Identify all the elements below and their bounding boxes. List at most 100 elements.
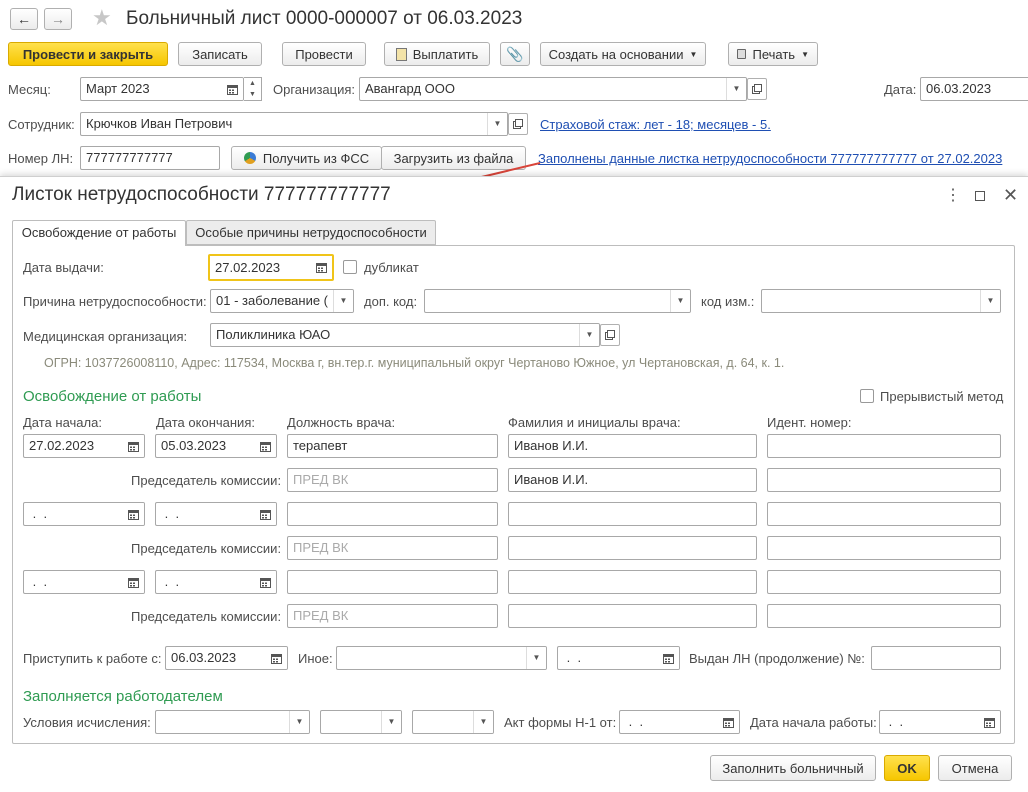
chairman2-id-field[interactable] <box>767 536 1001 560</box>
period1-position-field[interactable]: терапевт <box>287 434 498 458</box>
document-icon <box>395 47 407 61</box>
filled-data-link[interactable]: Заполнены данные листка нетрудоспособнос… <box>538 151 1002 166</box>
open-window-icon <box>752 84 762 94</box>
period1-end-field[interactable]: 05.03.2023 <box>155 434 277 458</box>
intermittent-checkbox[interactable] <box>860 389 874 403</box>
back-button[interactable]: ← <box>10 8 38 30</box>
chevron-down-icon[interactable]: ▼ <box>487 113 507 135</box>
maximize-icon[interactable] <box>975 191 985 201</box>
conditions-field-2[interactable]: ▼ <box>320 710 402 734</box>
chevron-down-icon[interactable]: ▼ <box>980 290 1000 312</box>
post-button[interactable]: Провести <box>282 42 366 66</box>
org-field[interactable]: Авангард ООО ▼ <box>359 77 747 101</box>
employee-field[interactable]: Крючков Иван Петрович ▼ <box>80 112 508 136</box>
pay-button[interactable]: Выплатить <box>384 42 490 66</box>
more-actions-icon[interactable]: ⋮ <box>945 186 961 206</box>
get-from-fss-label: Получить из ФСС <box>262 150 370 166</box>
month-stepper[interactable]: ▲ ▼ <box>244 77 262 101</box>
chevron-down-icon[interactable]: ▼ <box>579 324 599 346</box>
chevron-down-icon[interactable]: ▼ <box>670 290 690 312</box>
calendar-icon[interactable] <box>122 503 144 525</box>
month-field[interactable]: Март 2023 <box>80 77 244 101</box>
conditions-field-1[interactable]: ▼ <box>155 710 310 734</box>
med-org-open-button[interactable] <box>600 324 620 346</box>
fill-sick-leave-button[interactable]: Заполнить больничный <box>710 755 876 781</box>
insurance-experience-link[interactable]: Страховой стаж: лет - 18; месяцев - 5. <box>540 117 771 132</box>
chairman3-id-field[interactable] <box>767 604 1001 628</box>
print-button[interactable]: Печать ▼ <box>728 42 818 66</box>
period2-doctor-field[interactable] <box>508 502 757 526</box>
calendar-icon[interactable] <box>221 78 243 100</box>
calendar-icon[interactable] <box>310 256 332 279</box>
act-date-field[interactable]: . . <box>619 710 740 734</box>
chairman2-position-field[interactable]: ПРЕД ВК <box>287 536 498 560</box>
org-open-button[interactable] <box>747 78 767 100</box>
calendar-icon[interactable] <box>122 435 144 457</box>
period2-start-field[interactable]: . . <box>23 502 145 526</box>
period2-id-field[interactable] <box>767 502 1001 526</box>
chevron-down-icon[interactable]: ▼ <box>473 711 493 733</box>
chevron-down-icon[interactable]: ▼ <box>333 290 353 312</box>
issue-date-field[interactable]: 27.02.2023 <box>208 254 334 281</box>
chevron-down-icon[interactable]: ▼ <box>726 78 746 100</box>
ok-button[interactable]: OK <box>884 755 930 781</box>
other-date-field[interactable]: . . <box>557 646 680 670</box>
calendar-icon[interactable] <box>717 711 739 733</box>
duplicate-checkbox[interactable] <box>343 260 357 274</box>
tab-special-reasons[interactable]: Особые причины нетрудоспособности <box>186 220 436 245</box>
calendar-icon[interactable] <box>978 711 1000 733</box>
chairman2-doctor-field[interactable] <box>508 536 757 560</box>
chairman1-id-field[interactable] <box>767 468 1001 492</box>
calendar-icon[interactable] <box>254 435 276 457</box>
create-based-button[interactable]: Создать на основании ▼ <box>540 42 706 66</box>
reason-field[interactable]: 01 - заболевание (к ▼ <box>210 289 354 313</box>
get-from-fss-button[interactable]: Получить из ФСС <box>231 146 382 170</box>
tab-release[interactable]: Освобождение от работы <box>12 220 186 246</box>
other-field[interactable]: ▼ <box>336 646 547 670</box>
chevron-down-icon[interactable]: ▼ <box>289 711 309 733</box>
chairman3-position-field[interactable]: ПРЕД ВК <box>287 604 498 628</box>
period1-start-field[interactable]: 27.02.2023 <box>23 434 145 458</box>
calendar-icon[interactable] <box>265 647 287 669</box>
work-start-label: Дата начала работы: <box>750 715 877 730</box>
add-code-field[interactable]: ▼ <box>424 289 691 313</box>
forward-button[interactable]: → <box>44 8 72 30</box>
ln-number-field[interactable]: 777777777777 <box>80 146 220 170</box>
period1-id-field[interactable] <box>767 434 1001 458</box>
period3-doctor-field[interactable] <box>508 570 757 594</box>
period3-id-field[interactable] <box>767 570 1001 594</box>
save-button[interactable]: Записать <box>178 42 262 66</box>
period1-doctor-field[interactable]: Иванов И.И. <box>508 434 757 458</box>
chairman1-position-field[interactable]: ПРЕД ВК <box>287 468 498 492</box>
chairman3-doctor-field[interactable] <box>508 604 757 628</box>
attach-button[interactable]: 📎 <box>500 42 530 66</box>
calendar-icon[interactable] <box>657 647 679 669</box>
calendar-icon[interactable] <box>122 571 144 593</box>
period3-position-field[interactable] <box>287 570 498 594</box>
col-doctor-header: Фамилия и инициалы врача: <box>508 415 681 430</box>
period2-position-field[interactable] <box>287 502 498 526</box>
chevron-down-icon[interactable]: ▼ <box>381 711 401 733</box>
period2-end-field[interactable]: . . <box>155 502 277 526</box>
month-label: Месяц: <box>8 82 51 97</box>
conditions-field-3[interactable]: ▼ <box>412 710 494 734</box>
date-field[interactable]: 06.03.2023 <box>920 77 1028 101</box>
calendar-icon[interactable] <box>254 571 276 593</box>
intermittent-label: Прерывистый метод <box>880 389 1004 404</box>
return-to-work-field[interactable]: 06.03.2023 <box>165 646 288 670</box>
favorite-star-icon[interactable]: ★ <box>92 6 112 30</box>
calendar-icon[interactable] <box>254 503 276 525</box>
work-start-field[interactable]: . . <box>879 710 1001 734</box>
cancel-button[interactable]: Отмена <box>938 755 1012 781</box>
period3-start-field[interactable]: . . <box>23 570 145 594</box>
chairman1-label: Председатель комиссии: <box>131 473 282 488</box>
post-and-close-button[interactable]: Провести и закрыть <box>8 42 168 66</box>
chairman1-doctor-field[interactable]: Иванов И.И. <box>508 468 757 492</box>
close-icon[interactable]: ✕ <box>1003 184 1018 206</box>
change-code-field[interactable]: ▼ <box>761 289 1001 313</box>
continued-ln-field[interactable] <box>871 646 1001 670</box>
employee-open-button[interactable] <box>508 113 528 135</box>
chevron-down-icon[interactable]: ▼ <box>526 647 546 669</box>
period3-end-field[interactable]: . . <box>155 570 277 594</box>
med-org-field[interactable]: Поликлиника ЮАО ▼ <box>210 323 600 347</box>
